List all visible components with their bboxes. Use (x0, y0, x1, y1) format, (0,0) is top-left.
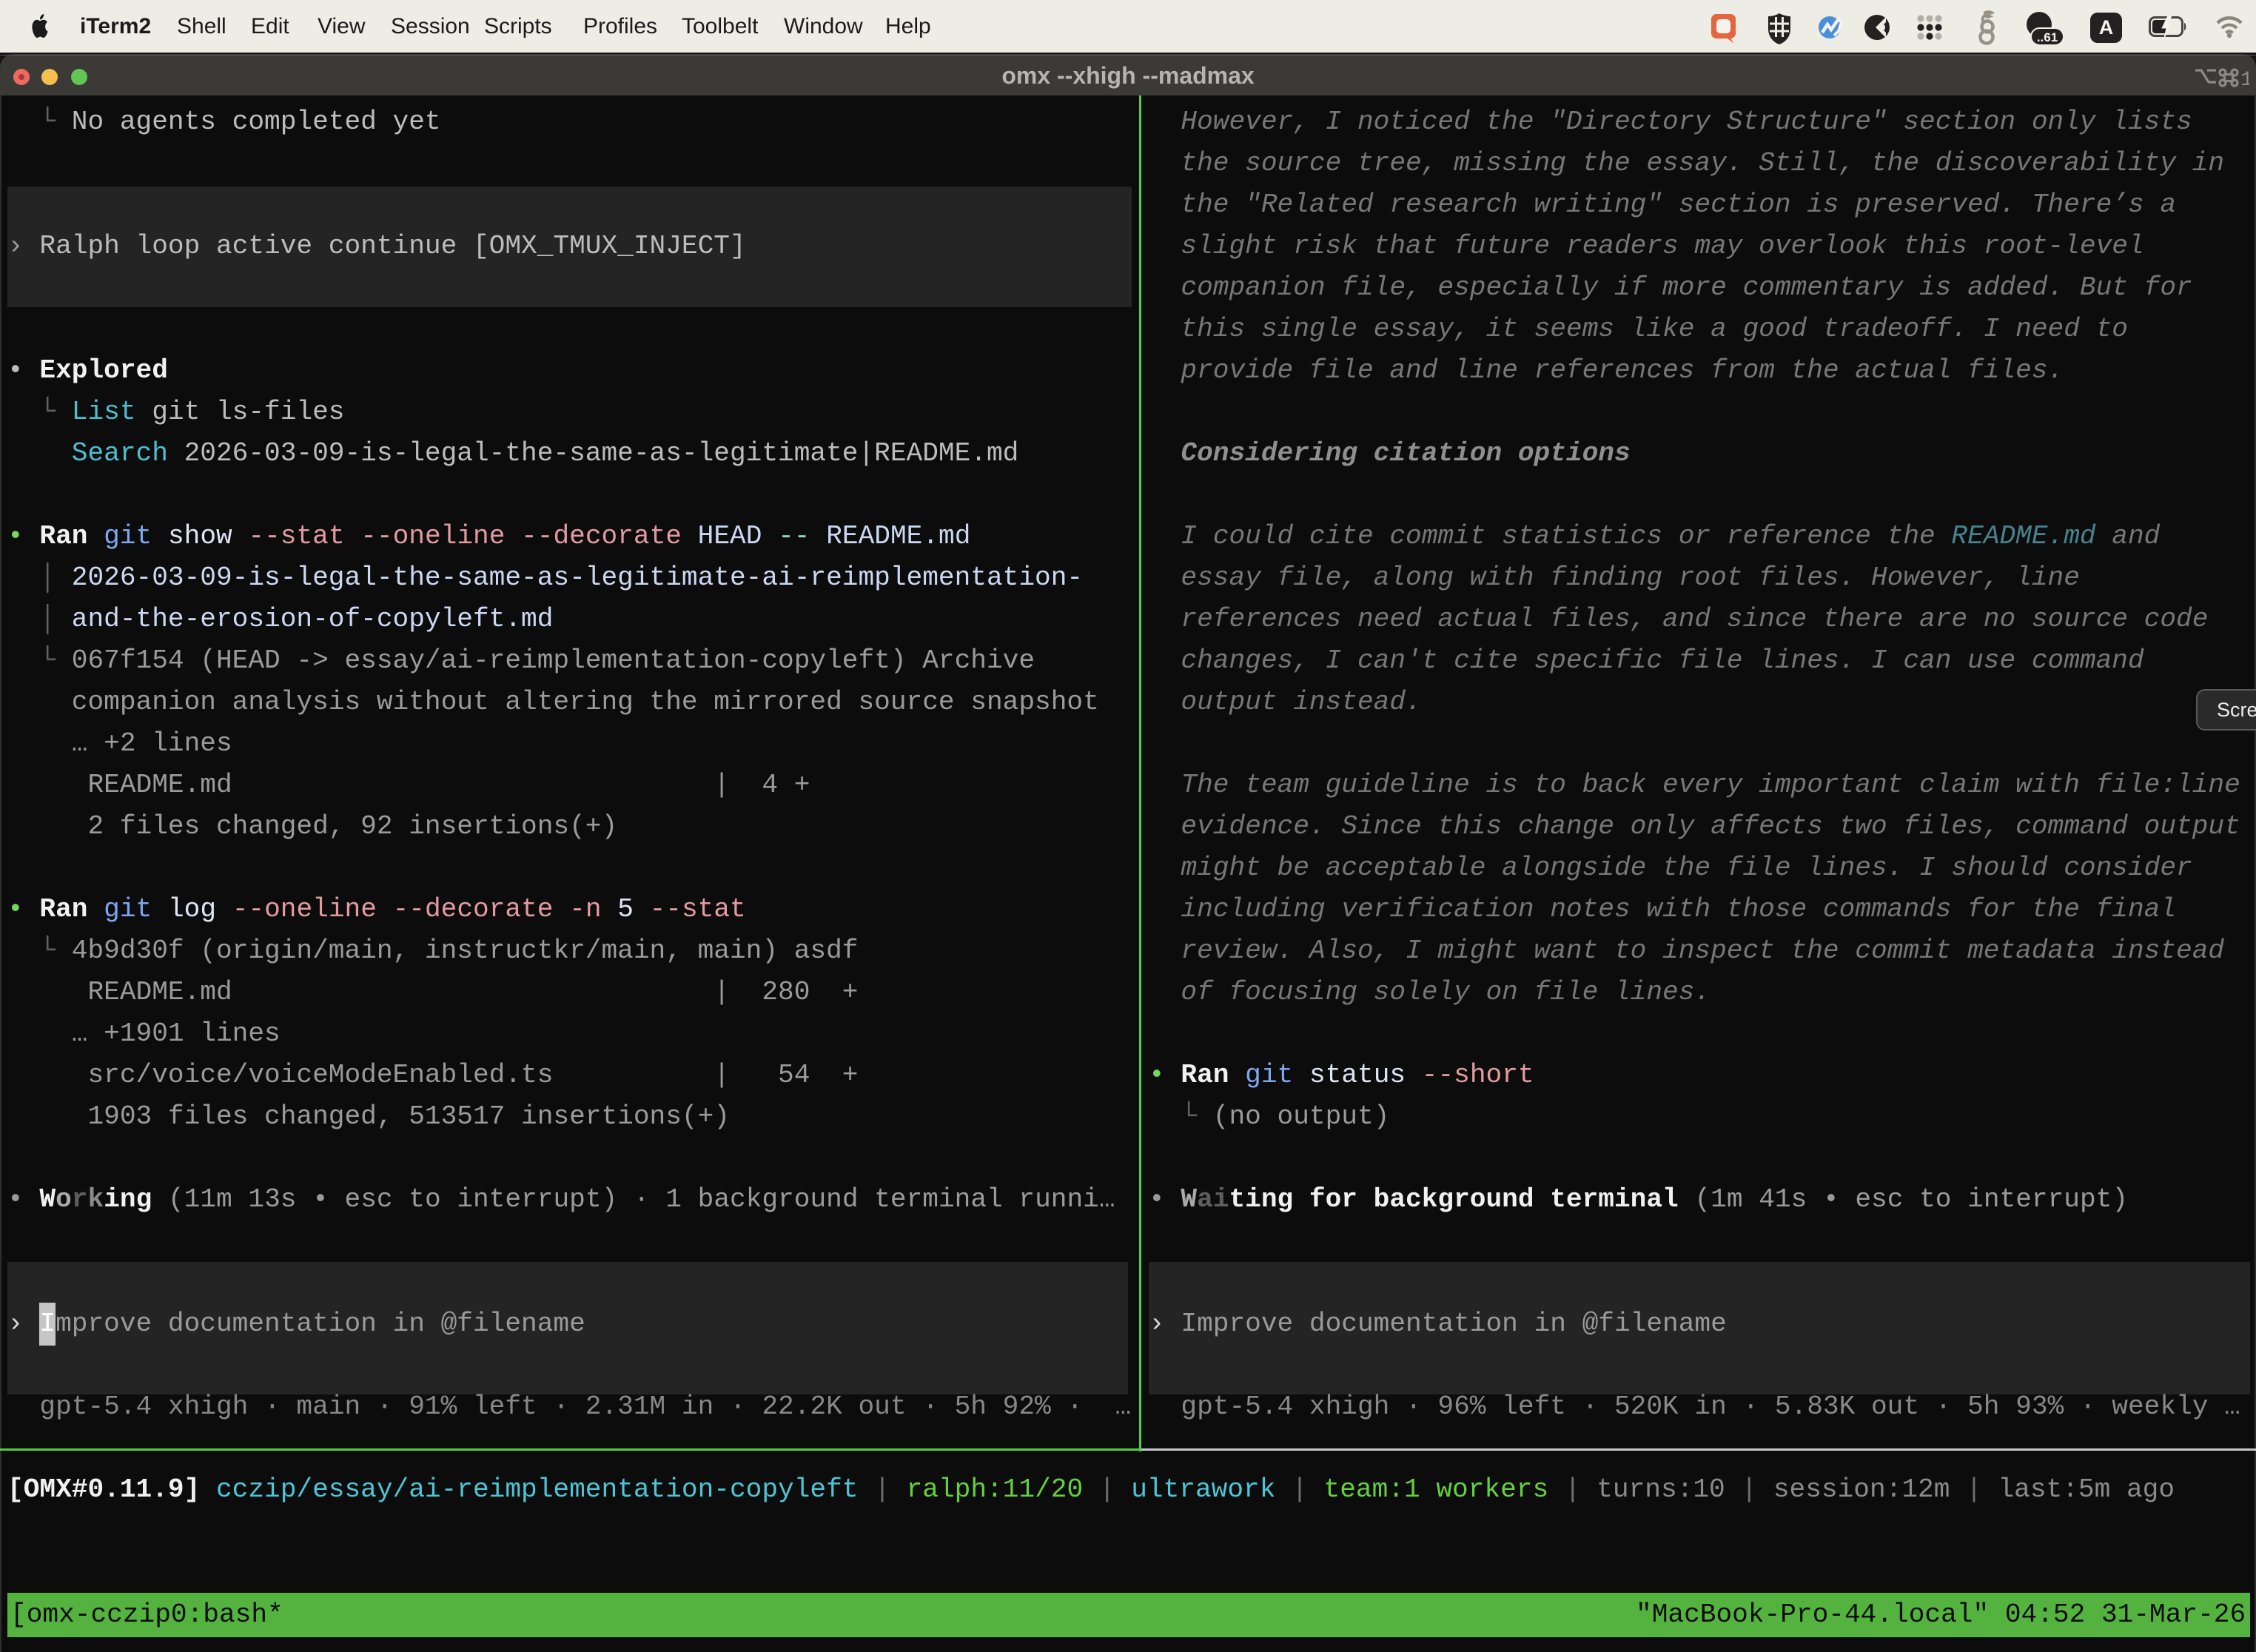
svg-text:..61: ..61 (2037, 30, 2058, 44)
svg-text:1: 1 (2240, 69, 2249, 90)
